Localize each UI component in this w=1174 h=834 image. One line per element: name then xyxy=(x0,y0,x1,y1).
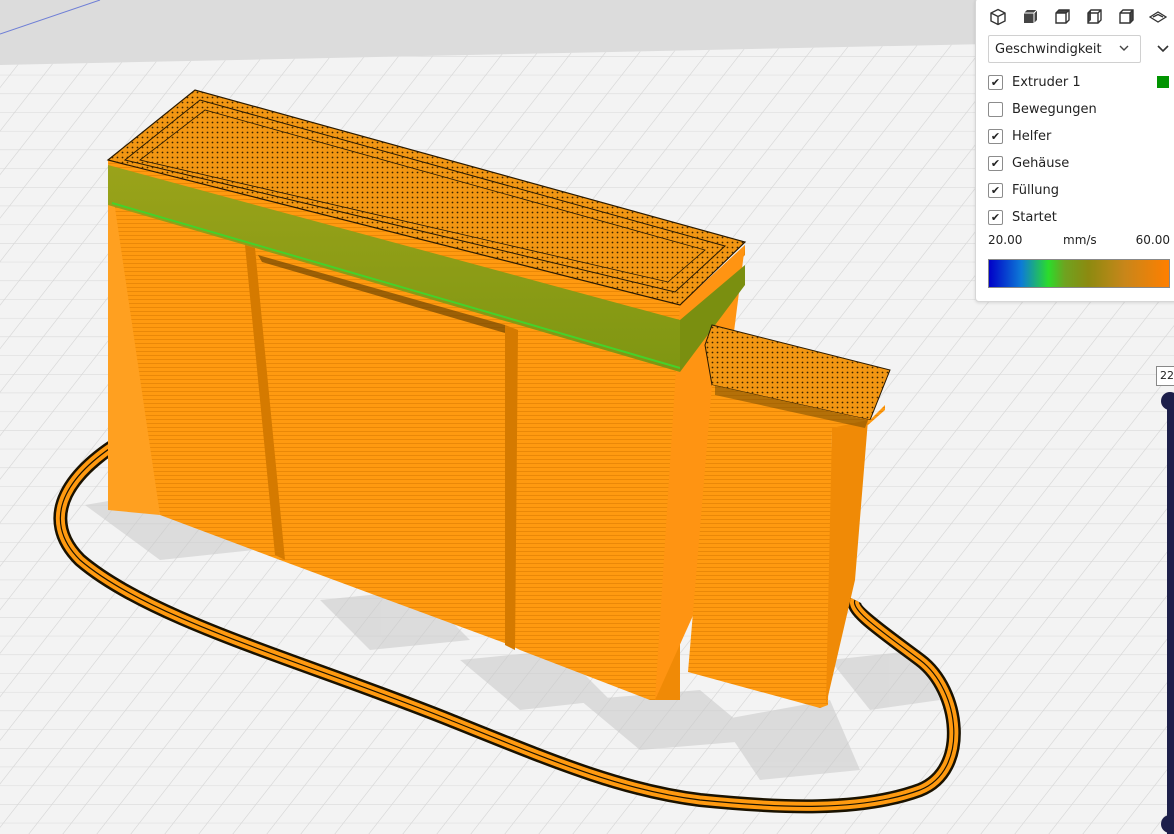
color-scheme-dropdown[interactable]: Geschwindigkeit xyxy=(988,35,1141,63)
extruder-color-swatch xyxy=(1157,76,1169,88)
collapse-panel-icon[interactable] xyxy=(1154,39,1172,57)
layer-slider-bottom-handle[interactable] xyxy=(1161,815,1174,833)
checkbox-travels[interactable] xyxy=(988,101,1003,117)
layer-number-input[interactable]: 22 xyxy=(1156,366,1174,386)
front-view-icon[interactable] xyxy=(1018,5,1042,29)
checkbox-infill[interactable]: ✔ xyxy=(988,182,1003,198)
travels-label: Bewegungen xyxy=(1012,101,1097,117)
legend-min: 20.00 xyxy=(988,233,1023,247)
checkbox-shell[interactable]: ✔ xyxy=(988,155,1003,171)
travels-toggle[interactable]: Bewegungen xyxy=(988,99,1097,119)
3d-view-icon[interactable] xyxy=(986,5,1010,29)
view-settings-panel: Geschwindigkeit ✔ Extruder 1 Bewegungen … xyxy=(975,0,1174,302)
extruder-1-label: Extruder 1 xyxy=(1012,74,1081,90)
chevron-down-icon xyxy=(1119,45,1129,51)
checkbox-extruder-1[interactable]: ✔ xyxy=(988,74,1003,90)
helpers-label: Helfer xyxy=(1012,128,1052,144)
shell-label: Gehäuse xyxy=(1012,155,1070,171)
legend-unit: mm/s xyxy=(1063,233,1097,247)
helpers-toggle[interactable]: ✔ Helfer xyxy=(988,126,1051,146)
shell-toggle[interactable]: ✔ Gehäuse xyxy=(988,153,1069,173)
layer-slider-track[interactable] xyxy=(1167,402,1174,834)
right-view-icon[interactable] xyxy=(1114,5,1138,29)
starts-label: Startet xyxy=(1012,209,1057,225)
layer-slider-top-handle[interactable] xyxy=(1161,392,1174,410)
starts-toggle[interactable]: ✔ Startet xyxy=(988,207,1057,227)
x-ray-view-icon[interactable] xyxy=(1146,5,1170,29)
extruder-1-toggle[interactable]: ✔ Extruder 1 xyxy=(988,72,1081,92)
speed-gradient-bar xyxy=(988,259,1170,288)
infill-toggle[interactable]: ✔ Füllung xyxy=(988,180,1059,200)
legend-max: 60.00 xyxy=(1135,233,1170,247)
checkbox-helpers[interactable]: ✔ xyxy=(988,128,1003,144)
color-scheme-value: Geschwindigkeit xyxy=(995,41,1102,57)
top-view-icon[interactable] xyxy=(1050,5,1074,29)
left-view-icon[interactable] xyxy=(1082,5,1106,29)
view-buttons xyxy=(986,5,1170,29)
checkbox-starts[interactable]: ✔ xyxy=(988,209,1003,225)
infill-label: Füllung xyxy=(1012,182,1059,198)
